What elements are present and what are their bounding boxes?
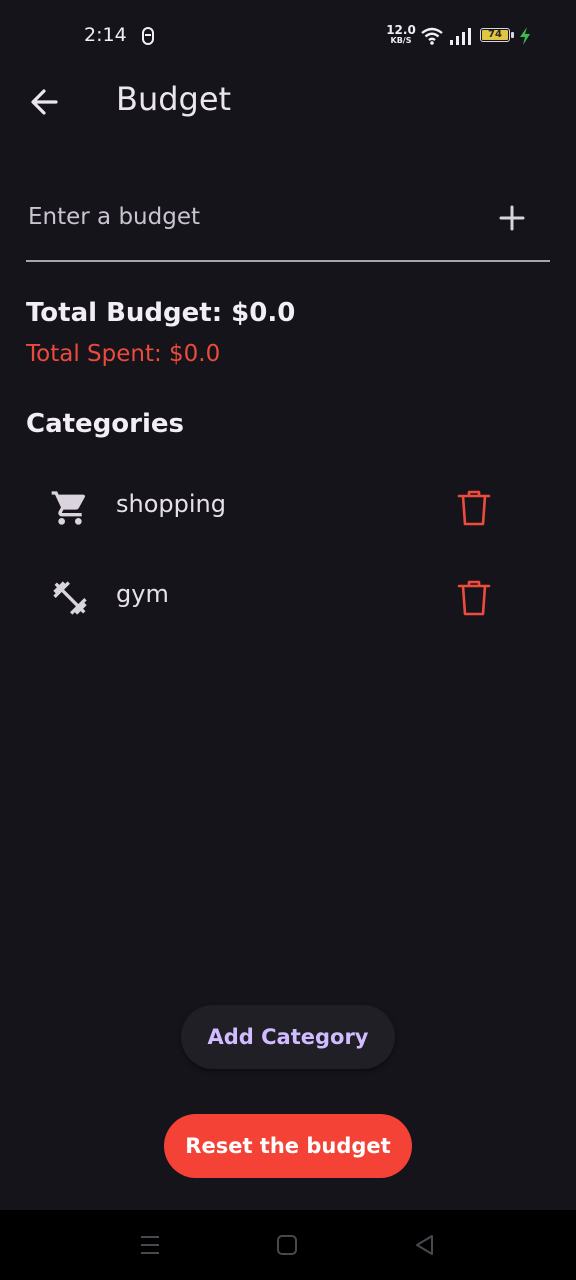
- input-underline: [26, 260, 550, 262]
- budget-input[interactable]: [26, 190, 470, 244]
- category-item-shopping[interactable]: shopping: [0, 462, 576, 552]
- reset-budget-button[interactable]: Reset the budget: [164, 1114, 412, 1178]
- menu-icon[interactable]: [137, 1233, 163, 1257]
- category-label: shopping: [116, 490, 226, 518]
- categories-heading: Categories: [26, 409, 185, 439]
- arrow-back-icon[interactable]: [26, 82, 66, 122]
- add-category-button[interactable]: Add Category: [181, 1005, 395, 1069]
- plus-icon[interactable]: [494, 200, 530, 236]
- shopping-cart-icon: [51, 491, 86, 525]
- battery-level: 74: [482, 30, 508, 40]
- dumbbell-icon: [53, 581, 87, 615]
- trash-icon[interactable]: [456, 578, 492, 618]
- trash-icon[interactable]: [456, 488, 492, 528]
- category-label: gym: [116, 580, 169, 608]
- network-speed: 12.0 KB/S: [386, 23, 416, 46]
- status-time: 2:14: [84, 24, 127, 46]
- category-item-gym[interactable]: gym: [0, 552, 576, 642]
- charging-icon: [520, 27, 530, 45]
- home-icon[interactable]: [275, 1233, 299, 1257]
- total-spent: Total Spent: $0.0: [26, 341, 221, 367]
- network-speed-unit: KB/S: [390, 36, 412, 45]
- back-triangle-icon[interactable]: [412, 1233, 438, 1257]
- network-speed-value: 12.0: [386, 23, 416, 37]
- sync-icon: [142, 27, 154, 45]
- page-title: Budget: [116, 80, 232, 118]
- wifi-icon: [421, 27, 443, 45]
- signal-icon: [450, 28, 471, 45]
- battery-icon: 74: [480, 28, 516, 44]
- total-budget: Total Budget: $0.0: [26, 298, 296, 328]
